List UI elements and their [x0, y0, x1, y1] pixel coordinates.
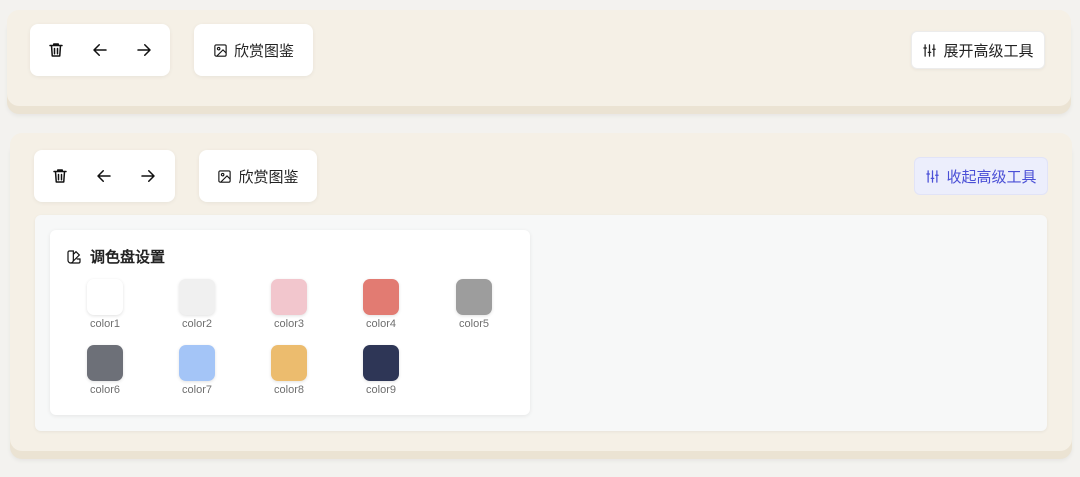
trash-icon [49, 43, 63, 57]
redo-button[interactable] [122, 24, 166, 76]
undo-button[interactable] [82, 150, 126, 202]
undo-button[interactable] [78, 24, 122, 76]
trash-icon [53, 169, 67, 183]
sliders-icon [926, 169, 940, 183]
color-swatch[interactable]: color7 [167, 345, 227, 396]
gallery-button[interactable]: 欣赏图鉴 [199, 150, 317, 202]
image-icon [218, 169, 232, 183]
color-chip[interactable] [179, 345, 215, 381]
color-swatch[interactable]: color4 [351, 279, 411, 330]
color-swatch[interactable]: color5 [444, 279, 504, 330]
color-swatch[interactable]: color8 [259, 345, 319, 396]
color-chip[interactable] [179, 279, 215, 315]
arrow-left-icon [97, 170, 111, 182]
palette-settings-label: 调色盘设置 [90, 248, 166, 266]
color-label: color9 [366, 384, 396, 396]
expand-advanced-tools-button[interactable]: 展开高级工具 [911, 31, 1045, 69]
redo-button[interactable] [126, 150, 170, 202]
color-label: color7 [182, 384, 212, 396]
color-swatch[interactable]: color3 [259, 279, 319, 330]
color-chip[interactable] [363, 279, 399, 315]
color-chip[interactable] [456, 279, 492, 315]
color-chip[interactable] [363, 345, 399, 381]
color-chip[interactable] [271, 345, 307, 381]
color-swatch[interactable]: color9 [351, 345, 411, 396]
color-label: color3 [274, 318, 304, 330]
color-label: color4 [366, 318, 396, 330]
collapse-advanced-tools-button[interactable]: 收起高级工具 [914, 157, 1048, 195]
color-chip[interactable] [87, 345, 123, 381]
gallery-button-label: 欣赏图鉴 [238, 167, 299, 186]
delete-button[interactable] [34, 24, 78, 76]
color-label: color2 [182, 318, 212, 330]
arrow-left-icon [93, 44, 107, 56]
color-swatch[interactable]: color6 [75, 345, 135, 396]
color-label: color8 [274, 384, 304, 396]
image-icon [214, 43, 227, 57]
color-label: color5 [459, 318, 489, 330]
color-chip[interactable] [87, 279, 123, 315]
color-swatch[interactable]: color1 [75, 279, 135, 330]
arrow-right-icon [141, 170, 155, 182]
gallery-button[interactable]: 欣赏图鉴 [194, 24, 313, 76]
color-label: color1 [90, 318, 120, 330]
palette-icon [67, 249, 81, 264]
edit-button-group [30, 24, 170, 76]
delete-button[interactable] [38, 150, 82, 202]
edit-button-group [34, 150, 175, 202]
color-swatch[interactable]: color2 [167, 279, 227, 330]
expand-advanced-tools-label: 展开高级工具 [943, 41, 1034, 60]
arrow-right-icon [137, 44, 151, 56]
color-label: color6 [90, 384, 120, 396]
gallery-button-label: 欣赏图鉴 [233, 41, 294, 60]
collapse-advanced-tools-label: 收起高级工具 [946, 167, 1037, 186]
sliders-icon [923, 43, 937, 57]
palette-settings-title: 调色盘设置 [66, 246, 165, 267]
color-chip[interactable] [271, 279, 307, 315]
